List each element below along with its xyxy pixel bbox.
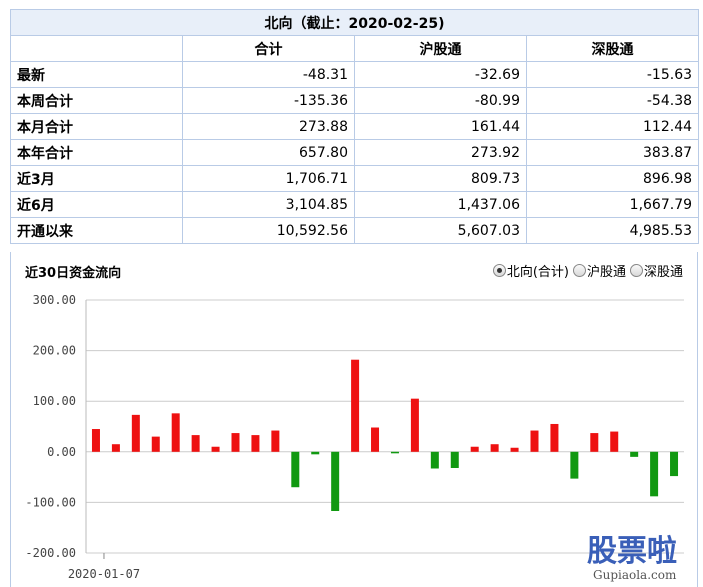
cell-value: 112.44 xyxy=(525,113,700,140)
column-header-shenzhen: 深股通 xyxy=(525,35,700,62)
cell-value: 1,706.71 xyxy=(182,165,355,192)
bar xyxy=(191,435,200,452)
radio-label: 沪股通 xyxy=(586,265,626,280)
bar xyxy=(331,451,340,512)
bar xyxy=(131,414,140,452)
cell-value: 383.87 xyxy=(525,139,700,166)
bar xyxy=(211,446,220,452)
bar xyxy=(650,451,659,497)
bar xyxy=(291,451,300,488)
bar xyxy=(171,413,180,452)
radio-dot-icon[interactable] xyxy=(629,264,643,277)
cell-value: 3,104.85 xyxy=(182,191,355,218)
row-label: 近3月 xyxy=(10,165,183,192)
cell-value: -135.36 xyxy=(182,87,355,114)
cell-value: -54.38 xyxy=(525,87,700,114)
bar xyxy=(271,430,280,452)
row-label: 近6月 xyxy=(10,191,183,218)
row-label: 最新 xyxy=(10,61,183,88)
y-tick-label: -100.00 xyxy=(25,495,76,509)
watermark-small-text: Gupiaola.com xyxy=(593,568,677,582)
series-radio-group: 北向(合计) 沪股通 深股通 xyxy=(492,261,683,280)
cell-value: 896.98 xyxy=(525,165,700,192)
row-label: 本年合计 xyxy=(10,139,183,166)
column-header-total: 合计 xyxy=(182,35,355,62)
column-header-shanghai: 沪股通 xyxy=(354,35,527,62)
cell-value: -15.63 xyxy=(525,61,700,88)
table-row: 本周合计 -135.36 -80.99 -54.38 xyxy=(10,87,700,114)
cell-value: -80.99 xyxy=(354,87,527,114)
bar xyxy=(91,429,100,452)
table-row: 近3月 1,706.71 809.73 896.98 xyxy=(10,165,700,192)
radio-label: 北向(合计) xyxy=(506,265,569,280)
column-header-empty xyxy=(10,35,183,62)
cell-value: 161.44 xyxy=(354,113,527,140)
radio-label: 深股通 xyxy=(643,265,683,280)
cell-value: -32.69 xyxy=(354,61,527,88)
cell-value: 5,607.03 xyxy=(354,217,527,244)
cell-value: 4,985.53 xyxy=(525,217,700,244)
bar xyxy=(251,435,260,452)
y-tick-label: 200.00 xyxy=(33,344,76,358)
bar xyxy=(670,451,679,477)
cell-value: 10,592.56 xyxy=(182,217,355,244)
bar xyxy=(371,427,380,452)
bar xyxy=(630,451,639,457)
table-row: 近6月 3,104.85 1,437.06 1,667.79 xyxy=(10,191,700,218)
radio-dot-icon[interactable] xyxy=(492,264,506,277)
bar xyxy=(390,451,399,454)
northbound-flow-table: 北向（截止：2020-02-25) 合计 沪股通 深股通 最新 -48.31 -32… xyxy=(9,9,700,244)
bar xyxy=(490,444,499,452)
row-label: 本周合计 xyxy=(10,87,183,114)
table-row: 开通以来 10,592.56 5,607.03 4,985.53 xyxy=(10,217,700,244)
table-row: 最新 -48.31 -32.69 -15.63 xyxy=(10,61,700,88)
cell-value: 273.88 xyxy=(182,113,355,140)
bar xyxy=(510,447,519,452)
bar xyxy=(151,436,160,452)
bar xyxy=(470,446,479,452)
table-row: 本年合计 657.80 273.92 383.87 xyxy=(10,139,700,166)
row-label: 本月合计 xyxy=(10,113,183,140)
bar xyxy=(351,359,360,452)
bar xyxy=(231,433,240,452)
bar xyxy=(590,433,599,452)
radio-northbound-total[interactable]: 北向(合计) xyxy=(492,261,569,280)
y-tick-label: 0.00 xyxy=(47,445,76,459)
cell-value: 273.92 xyxy=(354,139,527,166)
cell-value: 1,667.79 xyxy=(525,191,700,218)
radio-shanghai-connect[interactable]: 沪股通 xyxy=(572,261,626,280)
bar xyxy=(410,398,419,452)
bar xyxy=(610,431,619,452)
cell-value: 657.80 xyxy=(182,139,355,166)
bar xyxy=(111,444,120,452)
chart-title: 近30日资金流向 xyxy=(25,266,122,281)
watermark-big-text: 股票啦 xyxy=(587,534,677,569)
table-caption: 北向（截止：2020-02-25) xyxy=(9,9,700,36)
bar xyxy=(530,430,539,452)
radio-shenzhen-connect[interactable]: 深股通 xyxy=(629,261,683,280)
y-tick-label: 100.00 xyxy=(33,394,76,408)
x-tick-label: 2020-01-07 xyxy=(68,567,140,581)
bar xyxy=(311,451,320,455)
cell-value: -48.31 xyxy=(182,61,355,88)
radio-dot-icon[interactable] xyxy=(572,264,586,277)
table-row: 本月合计 273.88 161.44 112.44 xyxy=(10,113,700,140)
bar xyxy=(570,451,579,479)
row-label: 开通以来 xyxy=(10,217,183,244)
cell-value: 809.73 xyxy=(354,165,527,192)
bar xyxy=(430,451,439,469)
bar xyxy=(550,423,559,452)
y-tick-label: -200.00 xyxy=(25,546,76,560)
y-tick-label: 300.00 xyxy=(33,293,76,307)
cell-value: 1,437.06 xyxy=(354,191,527,218)
bar xyxy=(450,451,459,468)
gupiaola-watermark-logo: 股票啦 Gupiaola.com xyxy=(587,534,677,582)
